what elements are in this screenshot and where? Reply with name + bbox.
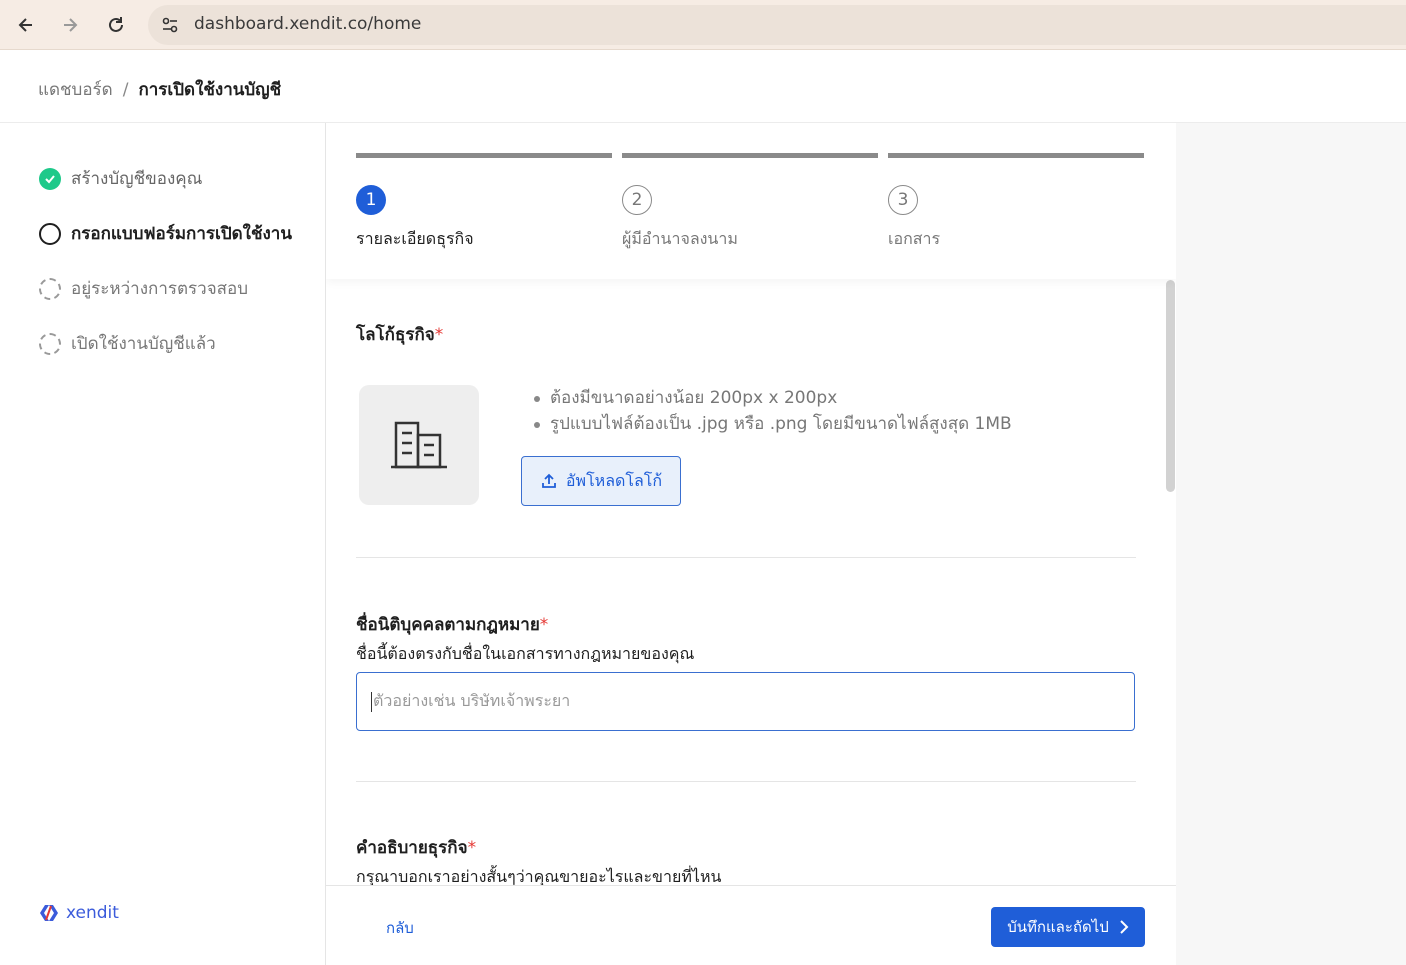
form-footer: กลับ บันทึกและถัดไป bbox=[326, 885, 1176, 965]
description-title: คำอธิบายธุรกิจ* bbox=[356, 834, 476, 861]
check-circle-icon bbox=[39, 167, 61, 190]
step-number-3: 3 bbox=[888, 185, 918, 215]
sidebar-step-activated: เปิดใช้งานบัญชีแล้ว bbox=[39, 330, 216, 357]
sidebar-step-label: อยู่ระหว่างการตรวจสอบ bbox=[71, 279, 249, 299]
upload-logo-button[interactable]: อัพโหลดโลโก้ bbox=[521, 456, 681, 506]
step-label-signatory: ผู้มีอำนาจลงนาม bbox=[622, 229, 738, 248]
logo-title-text: โลโก้ธุรกิจ bbox=[356, 325, 435, 345]
sidebar-step-activation-form: กรอกแบบฟอร์มการเปิดใช้งาน bbox=[39, 220, 292, 247]
pending-circle-icon bbox=[39, 332, 61, 355]
page-header: แดชบอร์ด / การเปิดใช้งานบัญชี bbox=[0, 51, 1406, 123]
text-caret bbox=[371, 691, 372, 712]
step-progress-bar bbox=[888, 153, 1144, 158]
progress-stepper: 1 2 3 รายละเอียดธุรกิจ ผู้มีอำนาจลงนาม เ… bbox=[326, 123, 1176, 279]
xendit-logo-icon bbox=[40, 905, 58, 921]
sidebar-step-label: สร้างบัญชีของคุณ bbox=[71, 169, 203, 189]
step-label-documents: เอกสาร bbox=[888, 229, 941, 248]
brand-name: xendit bbox=[66, 903, 119, 923]
step-label-business-details: รายละเอียดธุรกิจ bbox=[356, 229, 474, 248]
pending-circle-icon bbox=[39, 277, 61, 300]
save-and-next-label: บันทึกและถัดไป bbox=[1007, 918, 1109, 936]
url-text[interactable]: dashboard.xendit.co/home bbox=[194, 14, 421, 34]
chevron-right-icon bbox=[1120, 920, 1129, 934]
building-icon bbox=[391, 421, 447, 469]
address-bar[interactable]: dashboard.xendit.co/home bbox=[148, 5, 1406, 45]
required-mark: * bbox=[434, 325, 444, 345]
sidebar-step-label: กรอกแบบฟอร์มการเปิดใช้งาน bbox=[71, 224, 292, 244]
step-number-1: 1 bbox=[356, 185, 386, 215]
right-gutter bbox=[1176, 123, 1406, 965]
step-progress-bar bbox=[622, 153, 878, 158]
list-item: ต้องมีขนาดอย่างน้อย 200px x 200px bbox=[532, 385, 1012, 411]
step-progress-bar bbox=[356, 153, 612, 158]
upload-logo-label: อัพโหลดโลโก้ bbox=[565, 470, 663, 490]
legal-name-input[interactable]: ตัวอย่างเช่น บริษัทเจ้าพระยา bbox=[356, 672, 1135, 731]
sidebar-step-under-review: อยู่ระหว่างการตรวจสอบ bbox=[39, 275, 248, 302]
legal-name-title: ชื่อนิติบุคคลตามกฎหมาย* bbox=[356, 611, 548, 638]
step-number-2: 2 bbox=[622, 185, 652, 215]
active-circle-icon bbox=[39, 222, 61, 245]
section-divider bbox=[356, 781, 1136, 782]
xendit-logo: xendit bbox=[38, 903, 119, 923]
sidebar: สร้างบัญชีของคุณ กรอกแบบฟอร์มการเปิดใช้ง… bbox=[0, 123, 326, 965]
section-divider bbox=[356, 557, 1136, 558]
legal-name-title-text: ชื่อนิติบุคคลตามกฎหมาย bbox=[356, 615, 540, 635]
sidebar-step-label: เปิดใช้งานบัญชีแล้ว bbox=[71, 334, 216, 354]
logo-placeholder bbox=[359, 385, 479, 505]
browser-toolbar: dashboard.xendit.co/home bbox=[0, 0, 1406, 50]
breadcrumb: แดชบอร์ด / การเปิดใช้งานบัญชี bbox=[38, 76, 281, 103]
required-mark: * bbox=[467, 838, 477, 858]
back-button[interactable]: กลับ bbox=[386, 916, 414, 940]
site-settings-icon[interactable] bbox=[160, 15, 180, 35]
description-title-text: คำอธิบายธุรกิจ bbox=[356, 838, 468, 858]
breadcrumb-current: การเปิดใช้งานบัญชี bbox=[138, 80, 282, 100]
save-and-next-button[interactable]: บันทึกและถัดไป bbox=[991, 907, 1145, 947]
logo-section-title: โลโก้ธุรกิจ* bbox=[356, 321, 443, 348]
back-arrow-icon[interactable] bbox=[12, 11, 40, 39]
list-item: รูปแบบไฟล์ต้องเป็น .jpg หรือ .png โดยมีข… bbox=[532, 411, 1012, 437]
logo-requirements: ต้องมีขนาดอย่างน้อย 200px x 200px รูปแบบ… bbox=[532, 385, 1012, 437]
sidebar-step-create-account: สร้างบัญชีของคุณ bbox=[39, 165, 202, 192]
reload-icon[interactable] bbox=[102, 11, 130, 39]
breadcrumb-home[interactable]: แดชบอร์ด bbox=[38, 76, 113, 103]
breadcrumb-separator: / bbox=[122, 79, 129, 100]
scrollbar-thumb[interactable] bbox=[1166, 280, 1175, 492]
main-panel: 1 2 3 รายละเอียดธุรกิจ ผู้มีอำนาจลงนาม เ… bbox=[326, 123, 1176, 965]
forward-arrow-icon[interactable] bbox=[56, 11, 84, 39]
upload-icon bbox=[542, 473, 556, 488]
legal-name-help: ชื่อนี้ต้องตรงกับชื่อในเอกสารทางกฎหมายขอ… bbox=[356, 644, 695, 663]
required-mark: * bbox=[539, 615, 549, 635]
legal-name-placeholder: ตัวอย่างเช่น บริษัทเจ้าพระยา bbox=[373, 691, 571, 710]
